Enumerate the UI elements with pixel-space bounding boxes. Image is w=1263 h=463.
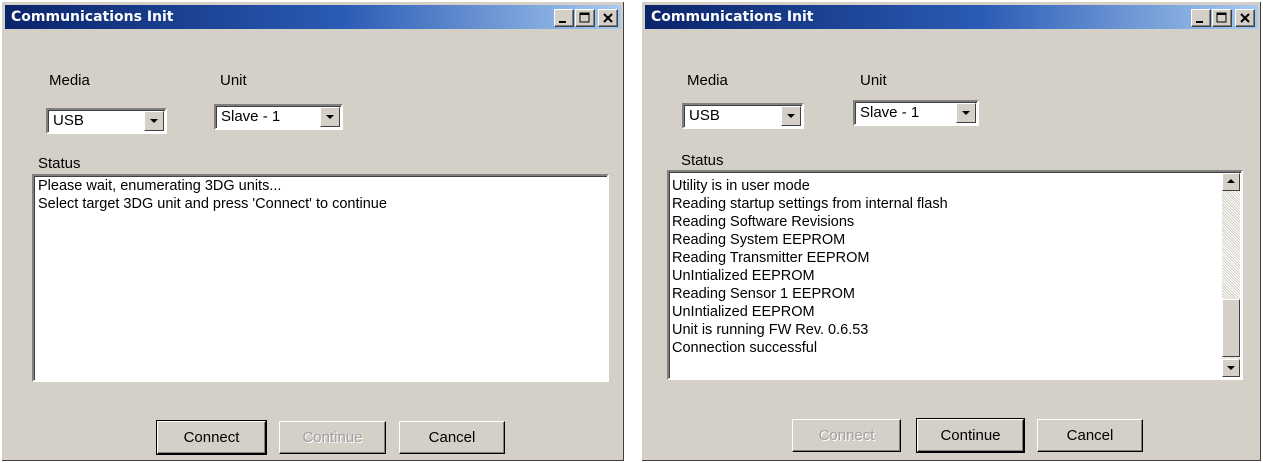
- unit-select-value: Slave - 1: [860, 104, 920, 121]
- unit-select-value: Slave - 1: [221, 108, 281, 125]
- status-line: Reading Transmitter EEPROM: [672, 250, 870, 266]
- window-title: Communications Init: [11, 9, 174, 25]
- title-bar[interactable]: Communications Init: [5, 5, 621, 29]
- status-label: Status: [38, 155, 81, 172]
- close-icon: [603, 13, 613, 23]
- media-select-value: USB: [53, 112, 84, 129]
- status-log[interactable]: Please wait, enumerating 3DG units... Se…: [32, 174, 609, 382]
- chevron-down-icon[interactable]: [781, 106, 801, 126]
- communications-init-window-1: Communications Init Media Unit USB Slave…: [0, 0, 626, 463]
- unit-label: Unit: [220, 72, 247, 89]
- connect-button[interactable]: Connect: [792, 419, 901, 452]
- status-line: Select target 3DG unit and press 'Connec…: [38, 196, 387, 212]
- close-icon: [1240, 13, 1250, 23]
- media-select[interactable]: USB: [46, 108, 167, 134]
- scrollbar-thumb[interactable]: [1222, 299, 1240, 357]
- status-line: Please wait, enumerating 3DG units...: [38, 178, 282, 194]
- status-line: Reading System EEPROM: [672, 232, 846, 248]
- status-line: Reading Software Revisions: [672, 214, 855, 230]
- status-line: Unit is running FW Rev. 0.6.53: [672, 322, 869, 338]
- maximize-button[interactable]: [1212, 9, 1232, 27]
- unit-select[interactable]: Slave - 1: [853, 100, 979, 126]
- maximize-button[interactable]: [575, 9, 595, 27]
- cancel-button[interactable]: Cancel: [1037, 419, 1143, 452]
- title-bar[interactable]: Communications Init: [645, 5, 1258, 29]
- media-label: Media: [687, 72, 728, 89]
- minimize-button[interactable]: [554, 9, 574, 27]
- status-label: Status: [681, 152, 724, 169]
- continue-button[interactable]: Continue: [916, 418, 1025, 453]
- media-select-value: USB: [689, 107, 720, 124]
- close-button[interactable]: [1235, 9, 1255, 27]
- scroll-down-arrow-icon[interactable]: [1222, 359, 1240, 377]
- status-log[interactable]: Utility is in user mode Reading startup …: [667, 170, 1243, 380]
- status-line: Reading Sensor 1 EEPROM: [672, 286, 855, 302]
- unit-select[interactable]: Slave - 1: [214, 104, 343, 130]
- minimize-button[interactable]: [1191, 9, 1211, 27]
- chevron-down-icon[interactable]: [144, 111, 164, 131]
- unit-label: Unit: [860, 72, 887, 89]
- connect-button[interactable]: Connect: [156, 420, 267, 455]
- scroll-up-arrow-icon[interactable]: [1222, 173, 1240, 191]
- status-line: Utility is in user mode: [672, 178, 810, 194]
- cancel-button[interactable]: Cancel: [399, 421, 505, 454]
- status-line: Reading startup settings from internal f…: [672, 196, 948, 212]
- window-title: Communications Init: [651, 9, 814, 25]
- minimize-icon: [1196, 21, 1203, 23]
- status-line: Connection successful: [672, 340, 818, 356]
- maximize-icon: [1216, 12, 1227, 23]
- media-select[interactable]: USB: [682, 103, 804, 129]
- status-line: UnIntialized EEPROM: [672, 304, 815, 320]
- chevron-down-icon[interactable]: [956, 103, 976, 123]
- status-line: UnIntialized EEPROM: [672, 268, 815, 284]
- media-label: Media: [49, 72, 90, 89]
- continue-button[interactable]: Continue: [279, 421, 386, 454]
- minimize-icon: [559, 21, 566, 23]
- chevron-down-icon[interactable]: [320, 107, 340, 127]
- maximize-icon: [579, 12, 590, 23]
- vertical-scrollbar[interactable]: [1222, 173, 1240, 377]
- close-button[interactable]: [598, 9, 618, 27]
- communications-init-window-2: Communications Init Media Unit USB Slave…: [640, 0, 1263, 463]
